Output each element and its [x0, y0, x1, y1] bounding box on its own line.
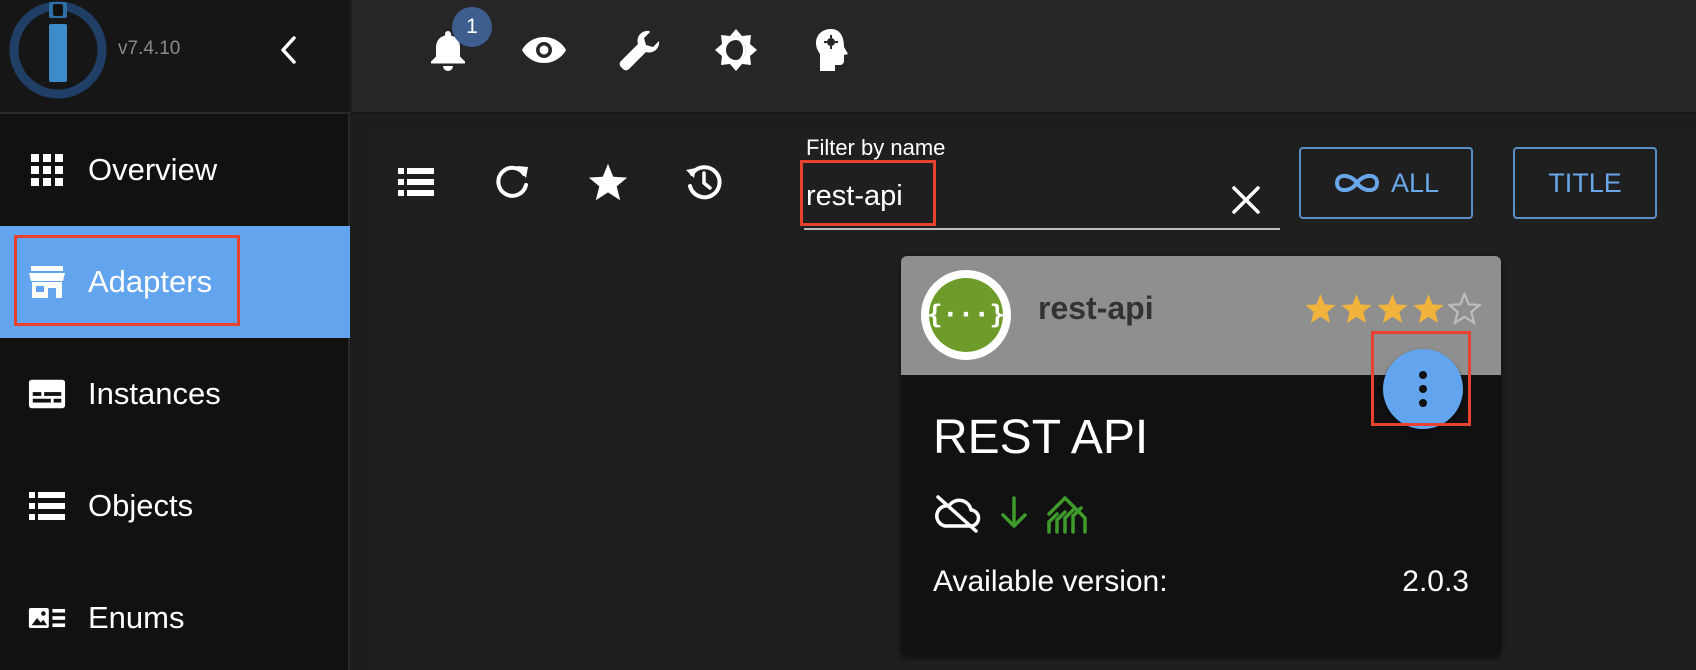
enums-icon [28, 600, 66, 636]
visibility-button[interactable] [520, 26, 568, 74]
grid-icon [28, 152, 66, 188]
filter-label: Filter by name [806, 135, 946, 160]
show-all-label: ALL [1390, 167, 1440, 198]
adapter-rating[interactable] [1304, 292, 1481, 325]
adapter-name: rest-api [1038, 290, 1154, 326]
list-icon [28, 488, 66, 524]
recent-updates-button[interactable] [682, 160, 726, 204]
refresh-button[interactable] [490, 160, 534, 204]
sidebar-item-label: Overview [88, 152, 218, 187]
sidebar-item-enums[interactable]: Enums [0, 562, 350, 670]
star-filled-icon [1341, 294, 1372, 323]
sidebar-item-instances[interactable]: Instances [0, 338, 350, 450]
star-outline-icon [1448, 292, 1481, 325]
close-icon [1232, 186, 1260, 214]
adapter-status-icons [932, 492, 1090, 534]
sidebar-item-overview[interactable]: Overview [0, 114, 350, 226]
star-icon [588, 163, 628, 201]
sort-by-title-label: TITLE [1548, 167, 1622, 198]
collapse-sidebar-button[interactable] [272, 32, 304, 68]
list-view-button[interactable] [394, 160, 438, 204]
clear-filter-button[interactable] [1226, 180, 1266, 220]
list-view-icon [398, 168, 434, 196]
highlight-menu-button [1371, 331, 1471, 426]
notification-badge: 1 [452, 7, 492, 47]
expert-mode-button[interactable] [808, 26, 856, 74]
sidebar-item-objects[interactable]: Objects [0, 450, 350, 562]
connection-type-icon [1044, 492, 1090, 534]
sidebar-item-label: Objects [88, 488, 194, 523]
history-icon [686, 165, 722, 200]
sort-by-title-button[interactable]: TITLE [1513, 147, 1657, 219]
filter-underline [804, 228, 1280, 230]
available-version-label: Available version: [933, 565, 1168, 598]
brightness-icon [715, 29, 757, 71]
infinity-icon [1334, 173, 1379, 193]
adapter-card: {···} rest-api REST API Available versio… [901, 256, 1501, 656]
chevron-left-icon [281, 36, 296, 64]
refresh-icon [496, 165, 528, 198]
available-version-value: 2.0.3 [1402, 565, 1469, 598]
adapter-title: REST API [933, 411, 1149, 464]
wrench-icon [619, 30, 660, 71]
adapter-logo: {···} [921, 270, 1011, 360]
highlight-filter [800, 160, 936, 226]
eye-icon [522, 37, 566, 63]
favorites-button[interactable] [586, 160, 630, 204]
adapter-logo-text: {···} [927, 278, 1005, 352]
sidebar-nav: Overview Adapters Instances Objects Enum… [0, 114, 350, 670]
sidebar-item-label: Instances [88, 376, 221, 411]
star-filled-icon [1413, 294, 1444, 323]
settings-button[interactable] [616, 26, 664, 74]
app-version: v7.4.10 [118, 38, 181, 59]
show-all-button[interactable]: ALL [1299, 147, 1473, 219]
instances-icon [28, 376, 66, 412]
sidebar: v7.4.10 Overview Adapters Instances Obje… [0, 0, 350, 670]
iobroker-logo[interactable] [8, 0, 108, 100]
star-filled-icon [1377, 294, 1408, 323]
sidebar-header: v7.4.10 [0, 0, 350, 114]
star-filled-icon [1305, 294, 1336, 323]
install-arrow-icon [996, 493, 1032, 533]
theme-toggle-button[interactable] [712, 26, 760, 74]
highlight-adapters [14, 235, 240, 326]
cloud-off-icon [932, 493, 982, 533]
sidebar-item-label: Enums [88, 600, 185, 635]
head-icon [816, 29, 848, 71]
